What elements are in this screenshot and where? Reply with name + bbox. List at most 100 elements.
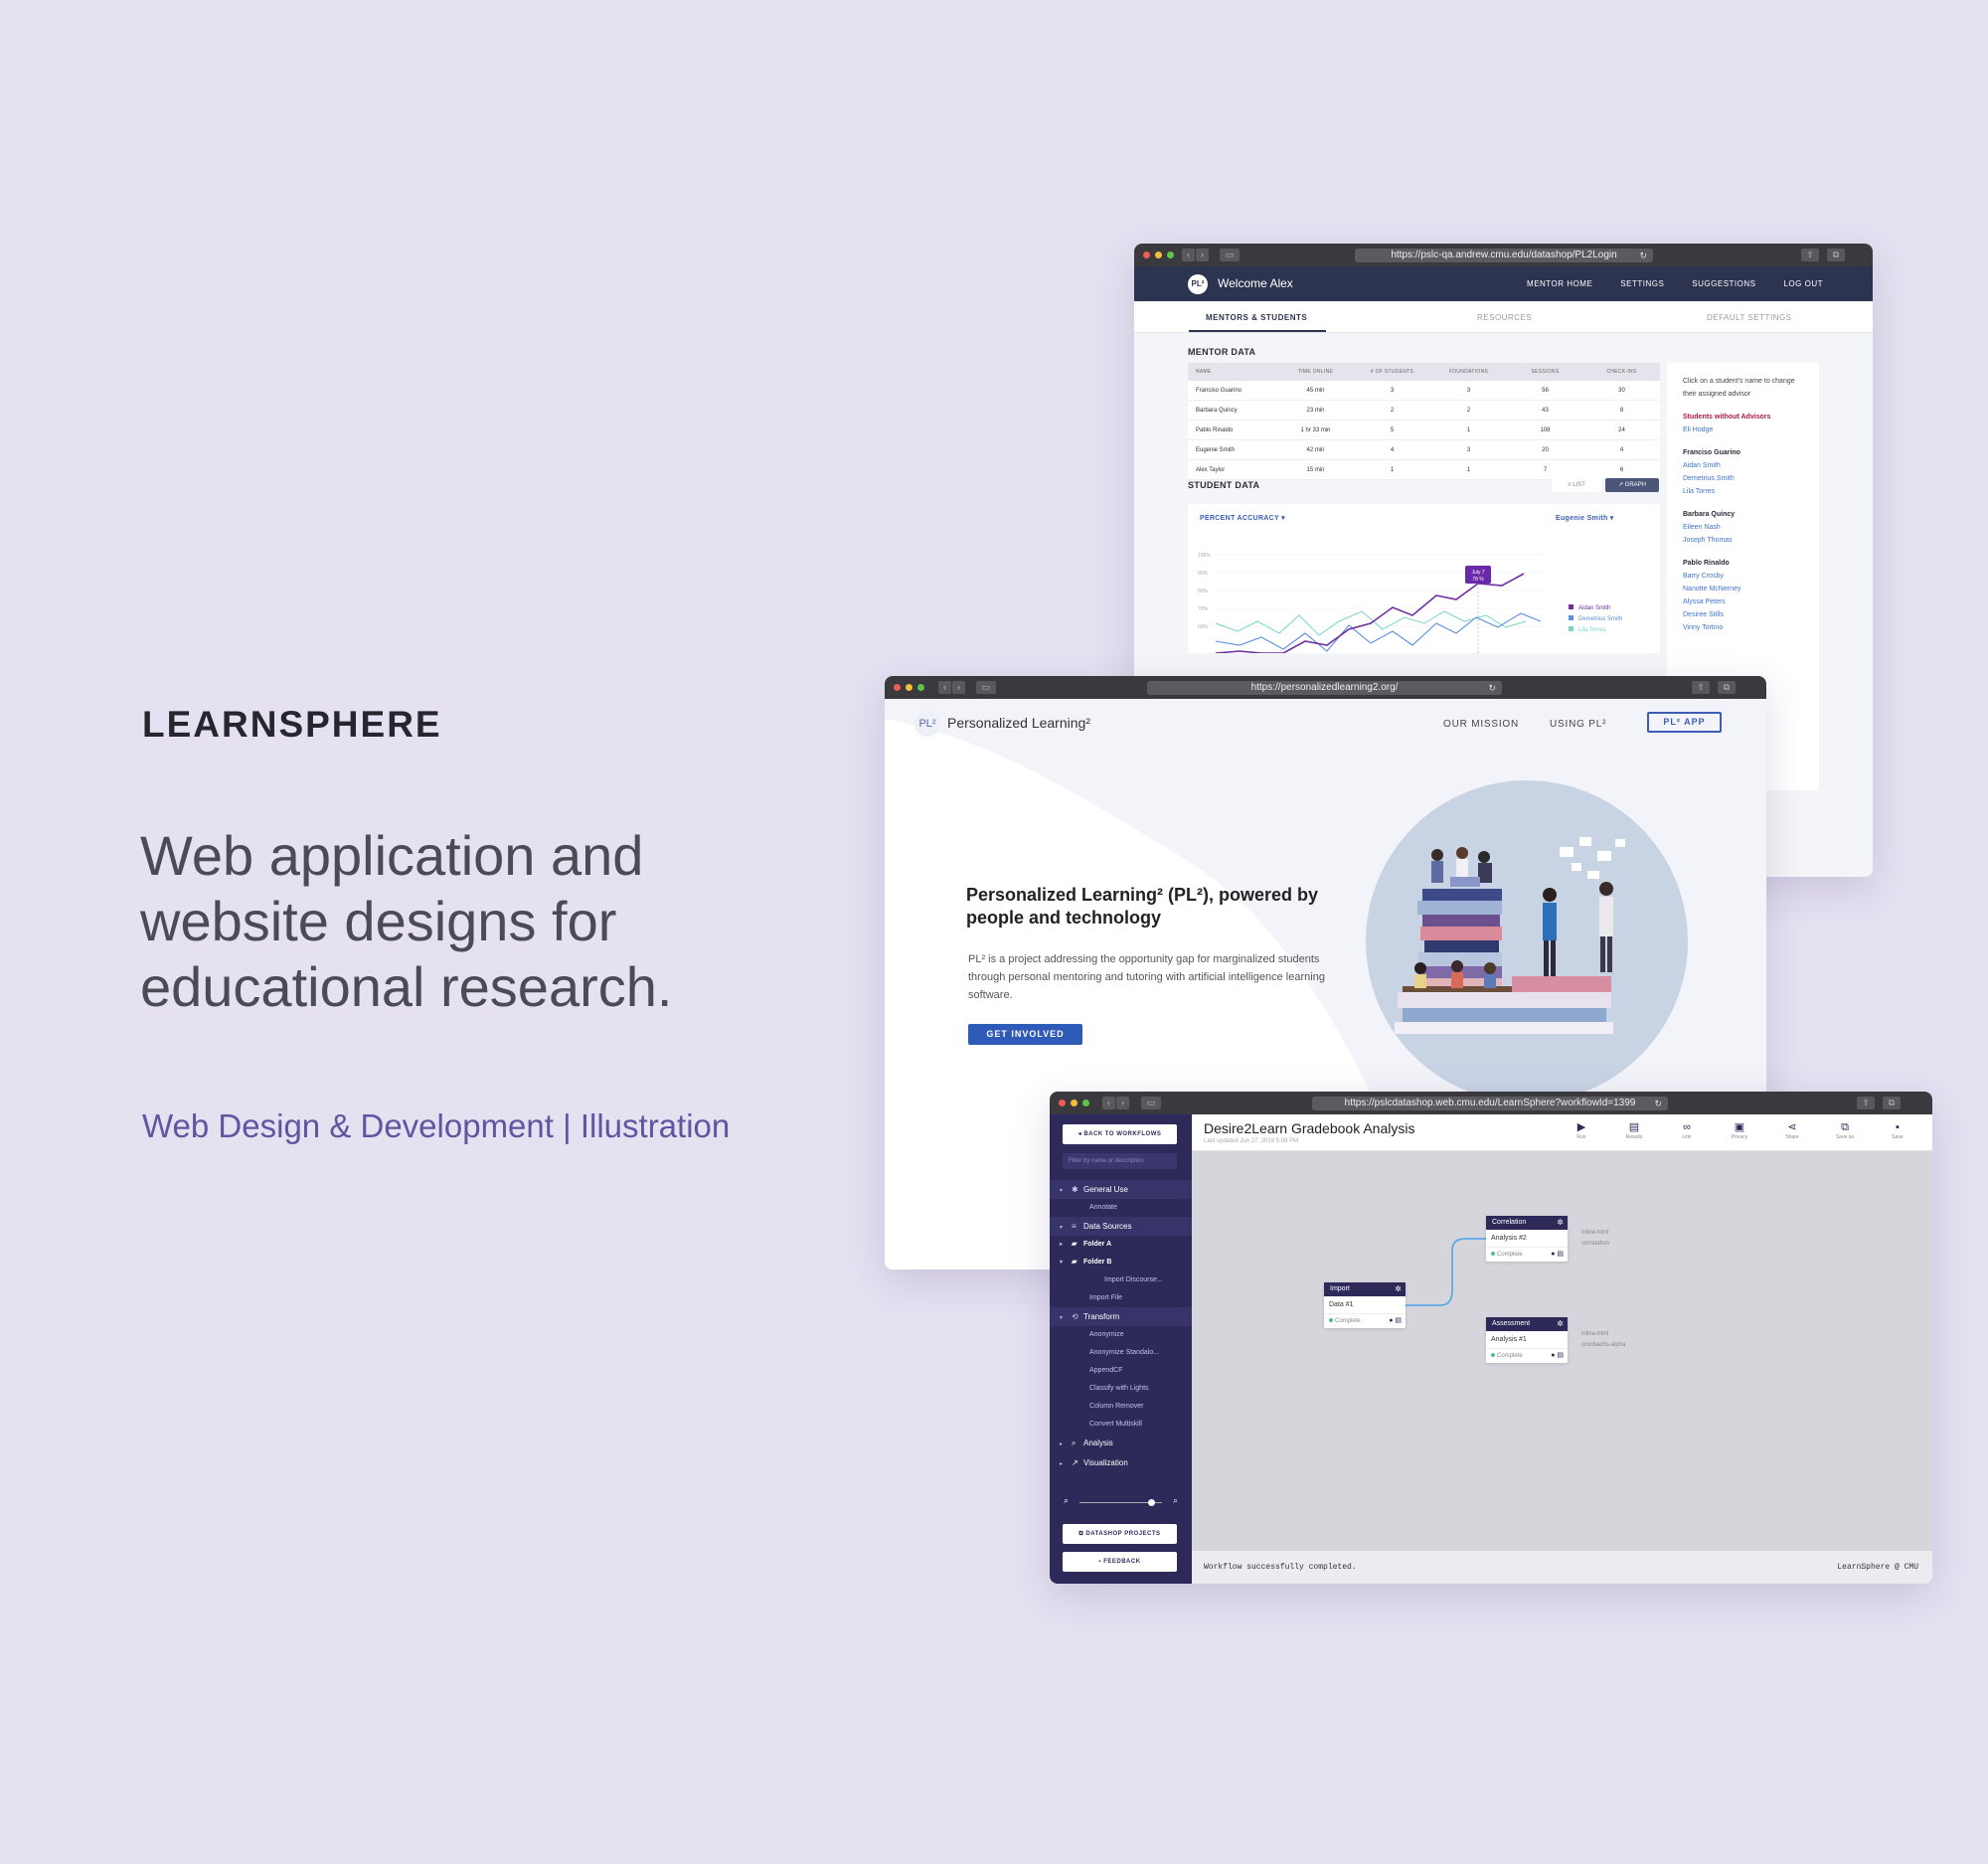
site-brand[interactable]: Personalized Learning² [947,715,1090,731]
window-controls[interactable] [1143,252,1174,258]
nav-log-out[interactable]: LOG OUT [1783,279,1823,288]
component-item[interactable]: Anonymize Standalo... [1050,1344,1192,1362]
lock-icon: ▣ [1734,1121,1745,1133]
chevron-down-icon: ▾ [1060,1260,1064,1266]
forward-icon[interactable]: › [1196,249,1209,261]
zoom-slider[interactable]: ⌕ ⌕ [1064,1495,1178,1509]
student-link[interactable]: Joseph Thomas [1683,534,1803,547]
student-link[interactable]: Demetrius Smith [1683,472,1803,485]
group-visualization[interactable]: ▸ ↗ Visualization [1050,1453,1192,1473]
back-to-workflows-button[interactable]: ◂ BACK TO WORKFLOWS [1063,1124,1177,1144]
results-button[interactable]: ▤ Results [1614,1120,1654,1140]
sidebar-icon[interactable]: ▭ [976,681,996,694]
toggle-list[interactable]: ≡ LIST [1552,478,1601,492]
nav-our-mission[interactable]: OUR MISSION [1443,719,1519,730]
student-link[interactable]: Eli Hodge [1683,424,1803,436]
group-transform[interactable]: ▾ ⟲ Transform [1050,1307,1192,1326]
student-link[interactable]: Barry Crosby [1683,570,1803,583]
component-item[interactable]: AppendCF [1050,1362,1192,1380]
component-import-discourse[interactable]: Import Discourse... [1050,1271,1192,1289]
component-import-file[interactable]: Import File [1050,1289,1192,1307]
component-item[interactable]: Convert Multiskill [1050,1416,1192,1434]
share-icon[interactable]: ⇧ [1801,249,1819,261]
node-correlation[interactable]: Correlation ✲ Analysis #2 Complete ● ▤ [1486,1216,1568,1262]
sidebar-icon[interactable]: ▭ [1220,249,1240,261]
pl2-logo: PL² [1188,274,1208,294]
back-icon[interactable]: ‹ [938,681,951,694]
share-button[interactable]: ⋖ Share [1772,1120,1812,1140]
share-icon[interactable]: ⇧ [1692,681,1710,694]
table-row[interactable]: Eugenie Smith 42 min 4 3 20 4 [1188,440,1660,460]
folder-b[interactable]: ▾ ▰ Folder B [1050,1254,1192,1271]
tab-resources[interactable]: RESOURCES [1477,313,1532,322]
toggle-graph[interactable]: ↗ GRAPH [1605,478,1659,492]
url-bar[interactable]: https://pslcdatashop.web.cmu.edu/LearnSp… [1312,1097,1668,1110]
component-item[interactable]: Anonymize [1050,1326,1192,1344]
folder-icon: ▰ [1072,1241,1077,1248]
feedback-button[interactable]: ▪ FEEDBACK [1063,1552,1177,1572]
save-icon: ▪ [1896,1121,1900,1133]
component-item[interactable]: Column Remover [1050,1398,1192,1416]
component-item[interactable]: Classify with Lights [1050,1380,1192,1398]
sidebar-icon[interactable]: ▭ [1141,1097,1161,1109]
student-link[interactable]: Vinny Tortino [1683,621,1803,634]
component-annotate[interactable]: Annotate [1050,1199,1192,1217]
student-link[interactable]: Eileen Nash [1683,521,1803,534]
privacy-button[interactable]: ▣ Privacy [1720,1120,1759,1140]
status-bar: Workflow successfully completed. LearnSp… [1192,1551,1932,1584]
url-bar[interactable]: https://pslc-qa.andrew.cmu.edu/datashop/… [1355,249,1653,262]
info-icon: ● ▤ [1551,1352,1564,1359]
document-icon: ▤ [1628,1121,1640,1133]
table-row[interactable]: Barbara Quincy 23 min 2 2 43 8 [1188,401,1660,421]
url-bar[interactable]: https://personalizedlearning2.org/↻ [1147,681,1502,695]
node-assessment[interactable]: Assessment ✲ Analysis #1 Complete ● ▤ [1486,1317,1568,1363]
browser-toolbar: ‹ › ▭ https://pslc-qa.andrew.cmu.edu/dat… [1134,244,1873,266]
tab-default-settings[interactable]: DEFAULT SETTINGS [1707,313,1792,322]
folder-a[interactable]: ▸ ▰ Folder A [1050,1236,1192,1254]
app-navbar: PL² Welcome Alex MENTOR HOME SETTINGS SU… [1134,266,1873,301]
group-general-use[interactable]: ▾ ✱ General Use [1050,1180,1192,1199]
tab-mentors-students[interactable]: MENTORS & STUDENTS [1206,313,1307,322]
link-button[interactable]: ∞ Link [1667,1120,1707,1140]
pl2-app-button[interactable]: PL² APP [1647,712,1722,733]
tabs-icon[interactable]: ⧉ [1883,1097,1901,1109]
back-icon[interactable]: ‹ [1182,249,1195,261]
gear-icon: ✲ [1395,1284,1402,1293]
nav-using-pl2[interactable]: USING PL² [1550,719,1606,730]
student-link[interactable]: Lila Torres [1683,485,1803,498]
nav-suggestions[interactable]: SUGGESTIONS [1692,279,1755,288]
window-controls[interactable] [894,684,924,691]
table-row[interactable]: Franciso Guarino 45 min 3 3 56 30 [1188,381,1660,401]
table-header: NAME TIME ONLINE # OF STUDENTS FOUNDATIO… [1188,363,1660,381]
workflow-title[interactable]: Desire2Learn Gradebook Analysis [1204,1120,1414,1136]
tabs-icon[interactable]: ⧉ [1827,249,1845,261]
hero-headline: Personalized Learning² (PL²), powered by… [966,885,1319,928]
legend-swatch [1569,604,1574,609]
student-link[interactable]: Desiree Stills [1683,608,1803,621]
save-button[interactable]: ▪ Save [1878,1120,1917,1140]
window-controls[interactable] [1059,1100,1089,1106]
browser-toolbar: ‹ › ▭ https://personalizedlearning2.org/… [885,676,1766,699]
group-analysis[interactable]: ▸ ⌕ Analysis [1050,1434,1192,1453]
forward-icon[interactable]: › [1116,1097,1129,1109]
nav-mentor-home[interactable]: MENTOR HOME [1527,279,1592,288]
back-icon[interactable]: ‹ [1102,1097,1115,1109]
get-involved-button[interactable]: GET INVOLVED [968,1024,1082,1045]
table-row[interactable]: Alex Taylor 15 min 1 1 7 6 [1188,460,1660,480]
student-link[interactable]: Nanotte McNerney [1683,583,1803,595]
node-import[interactable]: Import ✲ Data #1 Complete ● ▤ [1324,1282,1406,1328]
forward-icon[interactable]: › [952,681,965,694]
group-data-sources[interactable]: ▾ ≡ Data Sources [1050,1217,1192,1236]
save-as-button[interactable]: ⧉ Save as [1825,1120,1865,1140]
nav-settings[interactable]: SETTINGS [1620,279,1664,288]
datashop-projects-button[interactable]: ⧉ DATASHOP PROJECTS [1063,1524,1177,1544]
transform-icon: ⟲ [1072,1312,1078,1321]
student-link[interactable]: Aidan Smith [1683,459,1803,472]
table-row[interactable]: Pablo Rinaldo 1 hr 33 min 5 1 108 24 [1188,421,1660,440]
share-icon[interactable]: ⇧ [1857,1097,1875,1109]
component-filter-input[interactable]: Filter by name or description [1063,1153,1177,1169]
tabs-icon[interactable]: ⧉ [1718,681,1736,694]
gear-icon: ✲ [1557,1218,1564,1227]
student-link[interactable]: Alyssa Peters [1683,595,1803,608]
run-button[interactable]: ▶ Run [1562,1120,1601,1140]
